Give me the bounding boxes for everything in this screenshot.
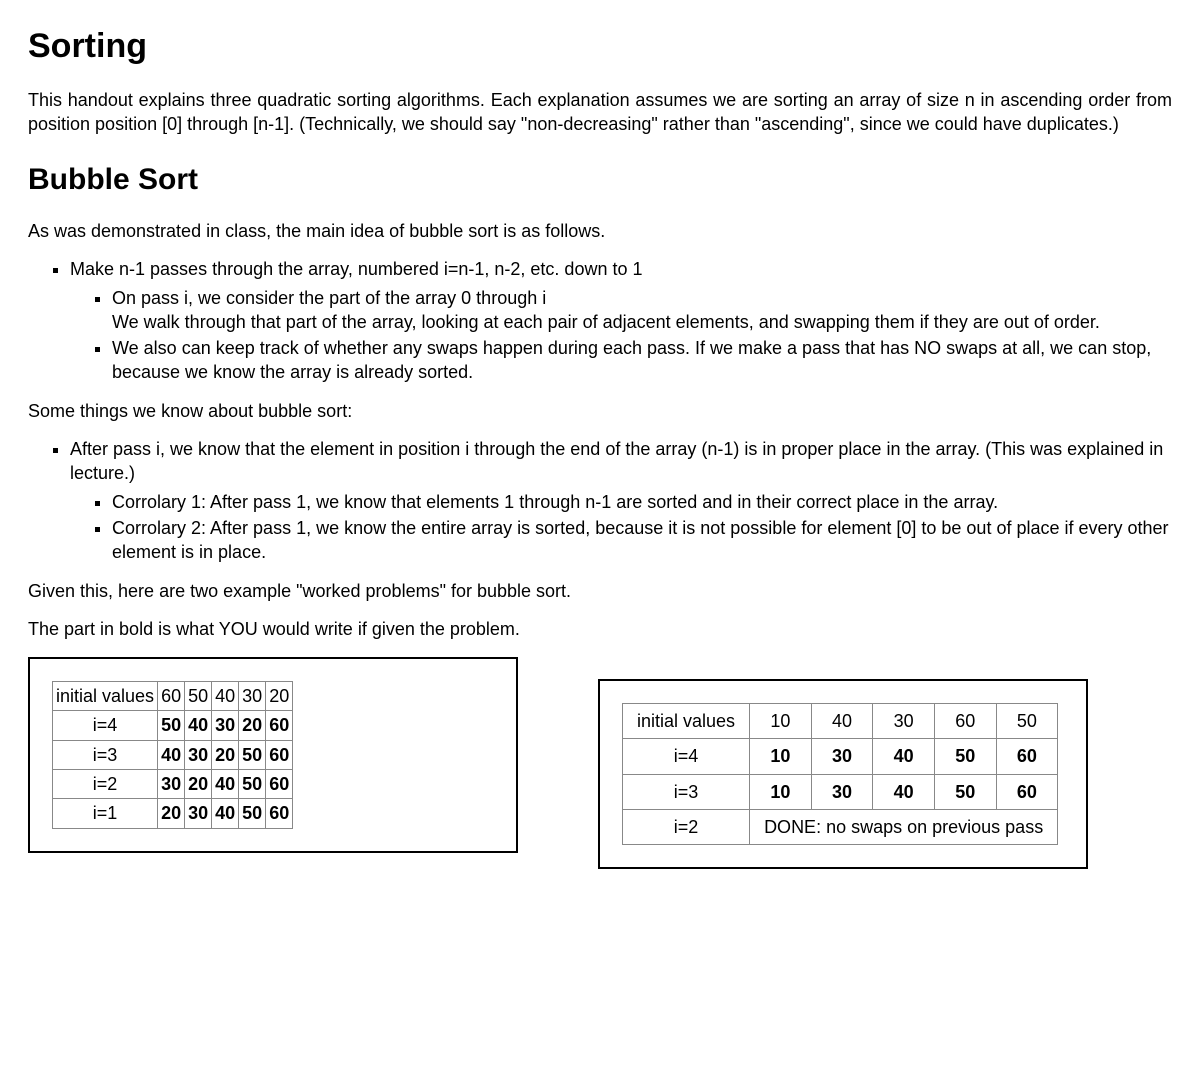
table-cell: 30 (158, 770, 185, 799)
table-cell: 30 (212, 711, 239, 740)
page-title: Sorting (28, 24, 1172, 70)
list-item: Make n-1 passes through the array, numbe… (70, 257, 1172, 384)
row-label: i=3 (623, 774, 750, 809)
table-cell: 50 (239, 770, 266, 799)
table-cell: 50 (934, 739, 996, 774)
table-row: i=3 10 30 40 50 60 (623, 774, 1058, 809)
table-cell: 20 (158, 799, 185, 828)
row-label: i=2 (53, 770, 158, 799)
list-item-text: Make n-1 passes through the array, numbe… (70, 259, 642, 279)
bubble-properties-list: After pass i, we know that the element i… (28, 437, 1172, 564)
list-item: Corrolary 1: After pass 1, we know that … (112, 490, 1172, 514)
table-row: i=3 40 30 20 50 60 (53, 740, 293, 769)
bold-note-paragraph: The part in bold is what YOU would write… (28, 617, 1172, 641)
row-label: initial values (623, 704, 750, 739)
list-item: After pass i, we know that the element i… (70, 437, 1172, 564)
table-cell: 20 (185, 770, 212, 799)
table-cell: 50 (239, 799, 266, 828)
table-cell: 40 (158, 740, 185, 769)
list-item: We also can keep track of whether any sw… (112, 336, 1172, 385)
bubble-sort-heading: Bubble Sort (28, 160, 1172, 201)
table-row: i=4 50 40 30 20 60 (53, 711, 293, 740)
table-cell: 60 (266, 711, 293, 740)
table-cell: 60 (996, 739, 1058, 774)
bubble-know-paragraph: Some things we know about bubble sort: (28, 399, 1172, 423)
table-cell: 60 (266, 770, 293, 799)
list-item: On pass i, we consider the part of the a… (112, 286, 1172, 335)
row-label: i=2 (623, 810, 750, 845)
table-cell: 20 (212, 740, 239, 769)
row-label: i=3 (53, 740, 158, 769)
table-cell: 40 (811, 704, 873, 739)
bubble-algorithm-list: Make n-1 passes through the array, numbe… (28, 257, 1172, 384)
row-label: i=4 (53, 711, 158, 740)
table-cell: 30 (811, 774, 873, 809)
table-cell: 30 (873, 704, 935, 739)
table-cell: 60 (266, 740, 293, 769)
done-cell: DONE: no swaps on previous pass (750, 810, 1058, 845)
list-item-text: On pass i, we consider the part of the a… (112, 288, 546, 308)
table-cell: 50 (996, 704, 1058, 739)
table-cell: 60 (266, 799, 293, 828)
row-label: i=1 (53, 799, 158, 828)
table-cell: 50 (239, 740, 266, 769)
table-cell: 20 (266, 682, 293, 711)
list-item: Corrolary 2: After pass 1, we know the e… (112, 516, 1172, 565)
table-cell: 60 (934, 704, 996, 739)
table-cell: 50 (158, 711, 185, 740)
table-row: i=2 30 20 40 50 60 (53, 770, 293, 799)
table-cell: 30 (185, 799, 212, 828)
examples-intro-paragraph: Given this, here are two example "worked… (28, 579, 1172, 603)
list-item-text: Corrolary 2: After pass 1, we know the e… (112, 518, 1169, 562)
table-cell: 10 (750, 774, 812, 809)
list-item-text: Corrolary 1: After pass 1, we know that … (112, 492, 998, 512)
table-cell: 10 (750, 739, 812, 774)
example-table-right: initial values 10 40 30 60 50 i=4 10 30 … (622, 703, 1058, 845)
table-row: initial values 10 40 30 60 50 (623, 704, 1058, 739)
table-cell: 40 (185, 711, 212, 740)
row-label: initial values (53, 682, 158, 711)
table-cell: 40 (212, 770, 239, 799)
example-table-left-wrap: initial values 60 50 40 30 20 i=4 50 40 … (28, 657, 518, 852)
table-cell: 40 (873, 774, 935, 809)
table-cell: 30 (811, 739, 873, 774)
table-cell: 40 (873, 739, 935, 774)
list-item-text: We also can keep track of whether any sw… (112, 338, 1151, 382)
table-cell: 30 (239, 682, 266, 711)
table-row: i=2 DONE: no swaps on previous pass (623, 810, 1058, 845)
table-cell: 40 (212, 799, 239, 828)
intro-paragraph: This handout explains three quadratic so… (28, 88, 1172, 137)
table-cell: 40 (212, 682, 239, 711)
table-row: i=4 10 30 40 50 60 (623, 739, 1058, 774)
examples-row: initial values 60 50 40 30 20 i=4 50 40 … (28, 657, 1172, 869)
list-item-text: After pass i, we know that the element i… (70, 439, 1163, 483)
example-table-left: initial values 60 50 40 30 20 i=4 50 40 … (52, 681, 293, 828)
table-cell: 30 (185, 740, 212, 769)
table-cell: 60 (158, 682, 185, 711)
table-row: i=1 20 30 40 50 60 (53, 799, 293, 828)
row-label: i=4 (623, 739, 750, 774)
table-cell: 50 (185, 682, 212, 711)
table-cell: 20 (239, 711, 266, 740)
table-cell: 50 (934, 774, 996, 809)
list-item-text: We walk through that part of the array, … (112, 312, 1100, 332)
bubble-intro-paragraph: As was demonstrated in class, the main i… (28, 219, 1172, 243)
table-row: initial values 60 50 40 30 20 (53, 682, 293, 711)
table-cell: 10 (750, 704, 812, 739)
table-cell: 60 (996, 774, 1058, 809)
example-table-right-wrap: initial values 10 40 30 60 50 i=4 10 30 … (598, 679, 1088, 869)
